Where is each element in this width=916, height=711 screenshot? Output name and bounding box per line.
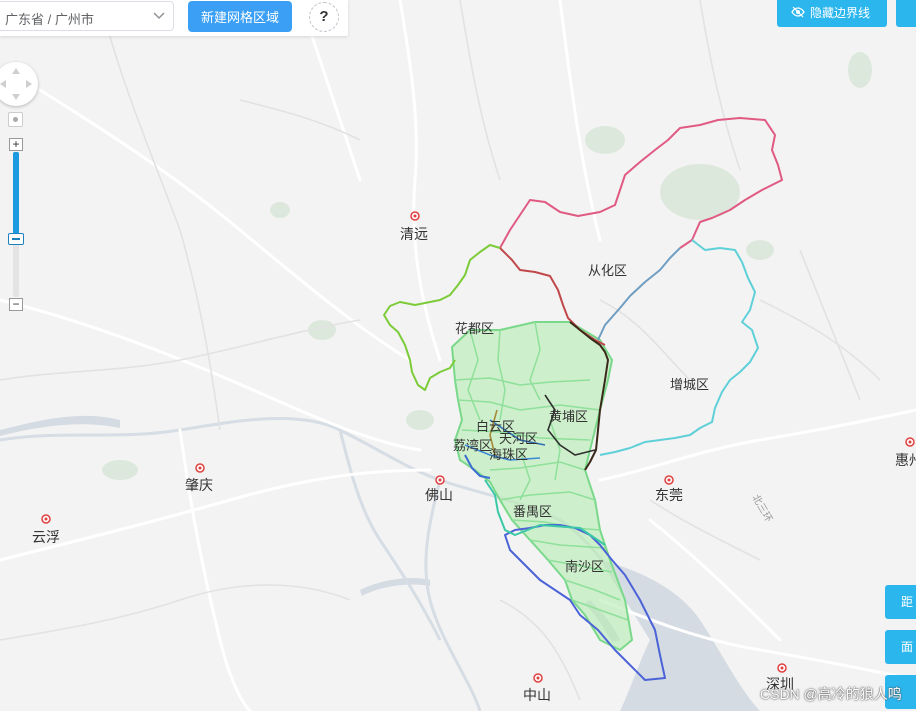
distance-measure-button[interactable]: 距 (885, 585, 916, 619)
top-toolbar: 广东省 / 广州市 新建网格区域 ? (0, 0, 348, 36)
hide-boundary-label: 隐藏边界线 (810, 6, 871, 20)
new-grid-area-button[interactable]: 新建网格区域 (188, 1, 292, 32)
city-label-zhaoqing: 肇庆 (185, 477, 213, 493)
district-label-nansha: 南沙区 (565, 559, 604, 574)
city-label-huizhou: 惠州 (895, 452, 916, 468)
eye-off-icon (791, 6, 805, 18)
city-label-foshan: 佛山 (425, 487, 453, 503)
help-button[interactable]: ? (309, 2, 339, 32)
district-label-tianhe: 天河区 (499, 431, 538, 446)
district-label-huangpu: 黄埔区 (549, 409, 588, 424)
hide-boundary-button[interactable]: 隐藏边界线 (777, 0, 887, 27)
pan-arrows-icon (0, 68, 32, 100)
district-label-conghua: 从化区 (588, 263, 627, 278)
city-label-dongguan: 东莞 (655, 487, 683, 503)
chevron-down-icon (153, 12, 165, 20)
city-label-yunfu: 云浮 (32, 529, 60, 545)
district-label-zengcheng: 增城区 (670, 377, 709, 392)
locate-button[interactable] (8, 112, 23, 127)
district-label-liwan: 荔湾区 (453, 438, 492, 453)
district-label-huadu: 花都区 (455, 321, 494, 336)
pan-control[interactable] (0, 62, 38, 106)
region-select-value: 广东省 / 广州市 (5, 12, 94, 27)
area-measure-button[interactable]: 面 (885, 630, 916, 664)
watermark: CSDN @高冷的狼人鸣 (760, 686, 902, 702)
district-label-panyu: 番禺区 (513, 504, 552, 519)
zoom-slider-handle[interactable] (8, 233, 24, 245)
zoom-in-button[interactable]: + (9, 138, 23, 151)
district-label-haizhu: 海珠区 (489, 447, 528, 462)
top-right-edge-button[interactable] (896, 0, 916, 27)
region-select[interactable]: 广东省 / 广州市 (0, 1, 174, 31)
city-label-qingyuan: 清远 (400, 226, 428, 242)
zoom-out-button[interactable]: − (9, 298, 23, 311)
zoom-level-fill (13, 152, 19, 234)
map-canvas[interactable]: 清远 肇庆 云浮 佛山 东莞 中山 深圳 惠 从化区 花都区 增城区 黄埔区 白… (0, 0, 916, 711)
city-label-zhongshan: 中山 (523, 687, 551, 703)
